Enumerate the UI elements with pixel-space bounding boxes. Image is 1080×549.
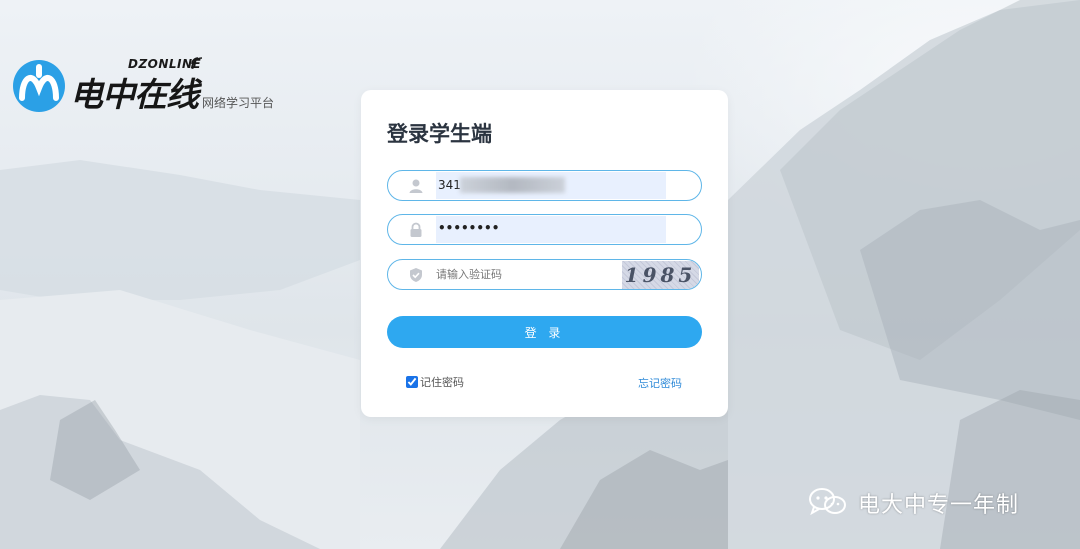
login-title: 登录学生端 <box>387 122 492 146</box>
password-value[interactable]: •••••••• <box>438 221 499 235</box>
logo-mark-icon <box>13 60 65 112</box>
username-field[interactable]: 341 <box>387 170 702 201</box>
captcha-field[interactable]: 1985 <box>387 259 702 290</box>
wechat-icon <box>809 488 846 516</box>
password-field[interactable]: •••••••• <box>387 214 702 245</box>
remember-password[interactable]: 记住密码 <box>406 374 464 390</box>
username-value[interactable]: 341 <box>438 178 461 192</box>
lock-icon <box>410 222 422 237</box>
username-redaction <box>460 177 565 193</box>
watermark-text: 电大中专一年制 <box>858 493 1020 518</box>
logo-brand-cn: 电中在线 <box>70 75 199 114</box>
login-card: 登录学生端 341 •••••••• 1985 登 录 记住密码 忘记密码 <box>361 90 728 417</box>
logo-subtitle: 网络学习平台 <box>202 96 275 110</box>
remember-label: 记住密码 <box>420 376 464 389</box>
remember-checkbox[interactable] <box>406 376 418 388</box>
captcha-image[interactable]: 1985 <box>622 261 699 289</box>
shield-icon <box>410 268 422 282</box>
captcha-input[interactable] <box>436 260 626 289</box>
user-icon <box>409 179 423 193</box>
brand-logo: DZONLINE 电中在线 网络学习平台 <box>12 52 302 122</box>
watermark: 电大中专一年制 <box>808 485 1058 519</box>
forgot-password-link[interactable]: 忘记密码 <box>638 375 682 391</box>
login-button[interactable]: 登 录 <box>387 316 702 348</box>
